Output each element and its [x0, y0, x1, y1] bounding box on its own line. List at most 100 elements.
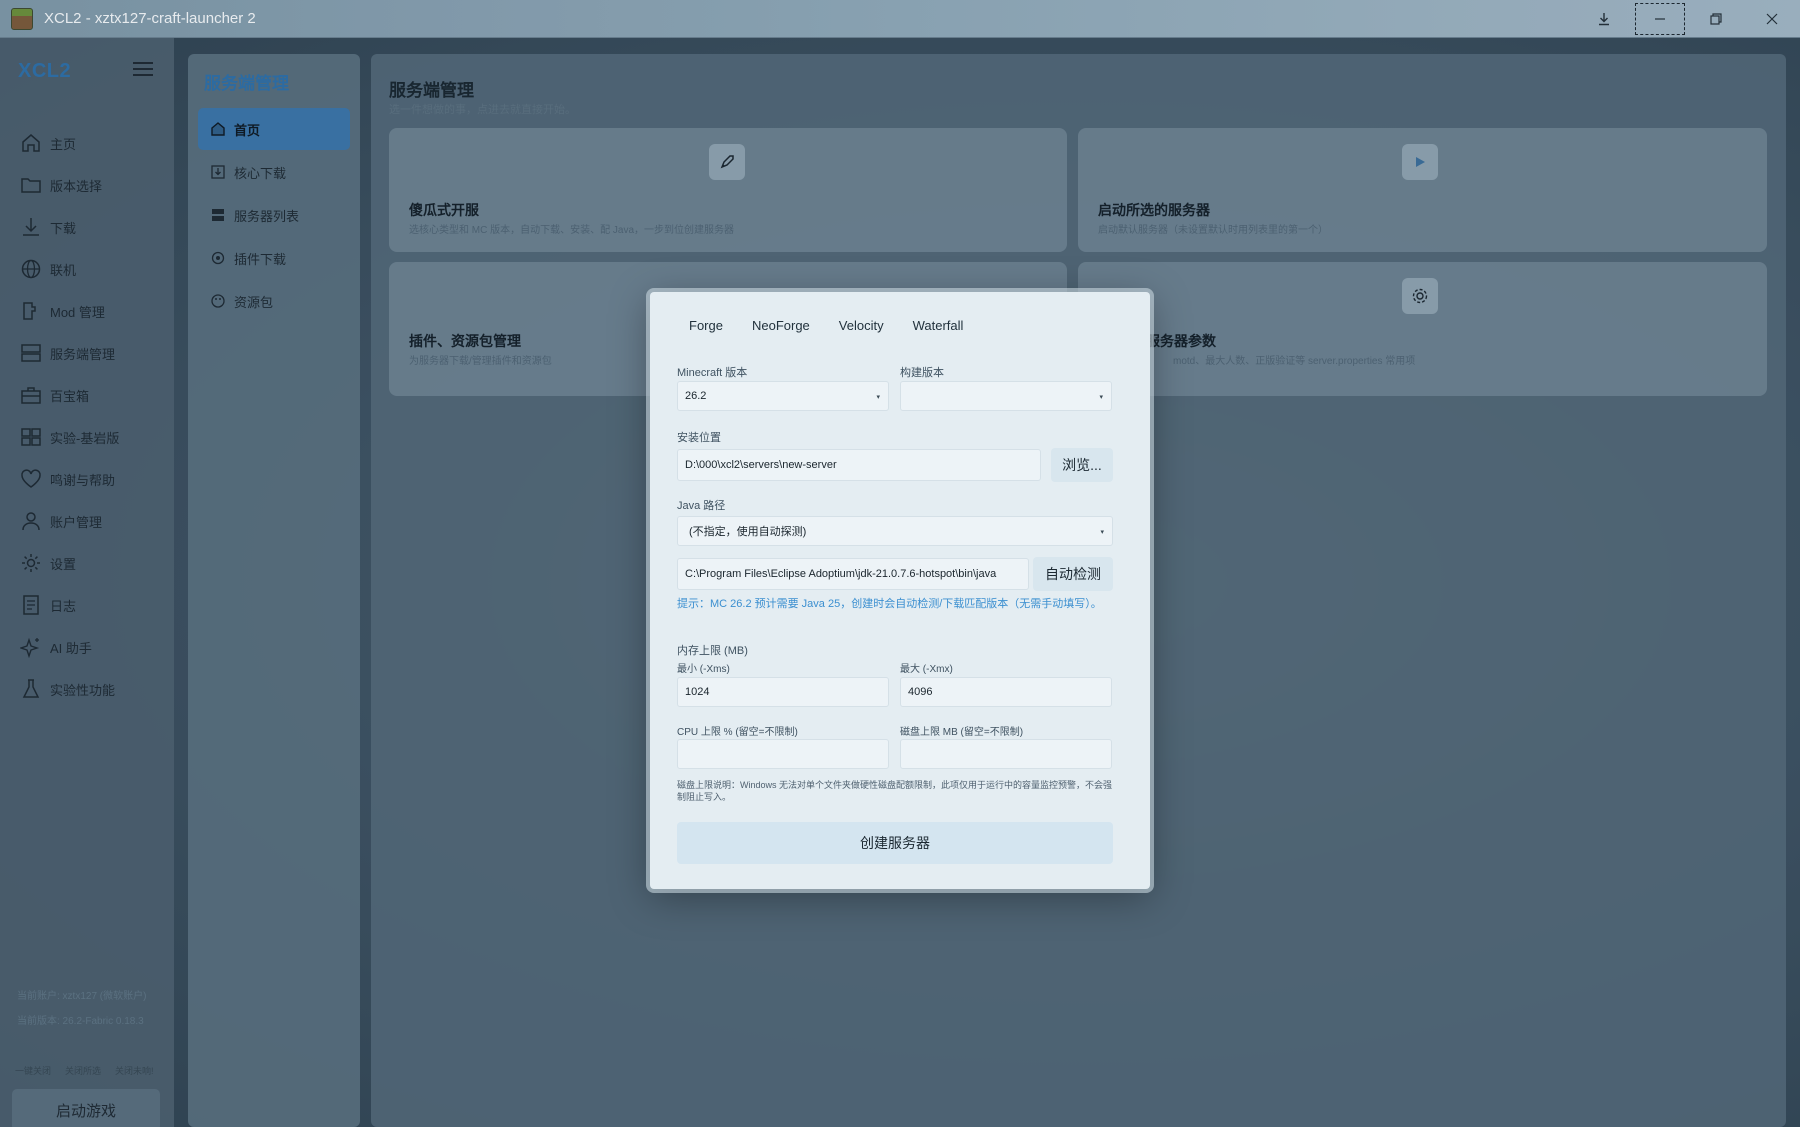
subnav-item-home[interactable]: 首页 — [198, 108, 350, 150]
cpu-limit-input[interactable] — [677, 739, 889, 769]
sidebar-item-mods[interactable]: Mod 管理 — [20, 290, 119, 332]
title-bar: XCL2 - xztx127-craft-launcher 2 — [0, 0, 1800, 38]
toolbox-icon — [21, 387, 41, 404]
card-desc: 启动默认服务器（未设置默认时用列表里的第一个） — [1098, 225, 1328, 236]
build-version-select[interactable]: ▾ — [900, 381, 1112, 411]
sidebar-item-multiplayer[interactable]: 联机 — [20, 248, 119, 290]
sidebar-item-experimental[interactable]: 实验性功能 — [20, 668, 119, 710]
tab-velocity[interactable]: Velocity — [839, 318, 884, 333]
auto-detect-button[interactable]: 自动检测 — [1033, 557, 1113, 591]
card-title: 插件、资源包管理 — [409, 333, 521, 349]
card-quick-setup[interactable]: 傻瓜式开服 选核心类型和 MC 版本，自动下载、安装、配 Java，一步到位创建… — [389, 128, 1067, 252]
tab-waterfall[interactable]: Waterfall — [913, 318, 964, 333]
sidebar-item-label: AI 助手 — [50, 640, 92, 656]
start-game-button[interactable]: 启动游戏 — [12, 1089, 160, 1127]
user-icon — [22, 512, 40, 531]
sidebar-item-download[interactable]: 下载 — [20, 206, 119, 248]
sidebar-item-help[interactable]: 鸣谢与帮助 — [20, 458, 119, 500]
java-version-select[interactable]: (不指定，使用自动探测) ▾ — [677, 516, 1113, 546]
close-button[interactable] — [1744, 0, 1800, 38]
sidebar-item-server[interactable]: 服务端管理 — [20, 332, 119, 374]
download-icon — [23, 218, 39, 236]
create-server-button[interactable]: 创建服务器 — [677, 822, 1113, 864]
java-path-input[interactable]: C:\Program Files\Eclipse Adoptium\jdk-21… — [677, 558, 1029, 590]
java-path-value: C:\Program Files\Eclipse Adoptium\jdk-21… — [685, 568, 997, 580]
palette-icon — [211, 294, 225, 308]
sidebar-item-home[interactable]: 主页 — [20, 122, 119, 164]
sidebar-item-ai[interactable]: AI 助手 — [20, 626, 119, 668]
java-path-label: Java 路径 — [677, 500, 726, 512]
gear-icon — [1402, 278, 1438, 314]
sparkle-icon — [20, 637, 40, 658]
subnav-list: 首页 核心下载 服务器列表 插件下载 资源包 — [198, 108, 350, 323]
sidebar-item-settings[interactable]: 设置 — [20, 542, 119, 584]
max-memory-input[interactable]: 4096 — [900, 677, 1112, 707]
sidebar-item-toolbox[interactable]: 百宝箱 — [20, 374, 119, 416]
java-select-value: (不指定，使用自动探测) — [689, 526, 807, 538]
subnav-item-resource-pack[interactable]: 资源包 — [198, 280, 350, 322]
quick-action-close-selected[interactable]: 关闭所选 — [65, 1064, 101, 1077]
tab-forge[interactable]: Forge — [689, 318, 723, 333]
cpu-limit-label: CPU 上限 % (留空=不限制) — [677, 727, 798, 738]
install-location-label: 安装位置 — [677, 432, 721, 444]
sidebar-item-label: 设置 — [50, 556, 77, 572]
window-title: XCL2 - xztx127-craft-launcher 2 — [44, 10, 256, 27]
install-location-input[interactable]: D:\000\xcl2\servers\new-server — [677, 449, 1041, 481]
create-server-dialog: Forge NeoForge Velocity Waterfall Minecr… — [650, 292, 1150, 889]
sidebar-item-logs[interactable]: 日志 — [20, 584, 119, 626]
brand-logo: XCL2 — [18, 60, 72, 82]
sidebar-item-account[interactable]: 账户管理 — [20, 500, 119, 542]
quick-action-close-all[interactable]: 一键关闭 — [15, 1064, 51, 1077]
disk-limit-input[interactable] — [900, 739, 1112, 769]
maximize-button[interactable] — [1688, 0, 1744, 38]
chevron-down-icon: ▾ — [876, 394, 880, 401]
window-controls — [1576, 0, 1800, 38]
minimize-button[interactable] — [1632, 0, 1688, 38]
chevron-down-icon: ▾ — [1100, 529, 1104, 536]
chevron-down-icon: ▾ — [1099, 394, 1103, 401]
mc-version-select[interactable]: 26.2 ▾ — [677, 381, 889, 411]
heart-icon — [21, 469, 41, 488]
card-title: 傻瓜式开服 — [409, 202, 479, 218]
rocket-icon — [709, 144, 745, 180]
mc-version-label: Minecraft 版本 — [677, 367, 748, 379]
folder-icon — [21, 178, 41, 193]
subnav-item-server-list[interactable]: 服务器列表 — [198, 194, 350, 236]
current-account-text: 当前账户: xztx127 (微软账户) — [17, 991, 147, 1002]
puzzle-icon — [23, 302, 36, 320]
play-icon — [1402, 144, 1438, 180]
sidebar-nav: 主页 版本选择 下载 联机 Mod 管理 服务端管理 百宝箱 实验-基岩版 鸣谢… — [20, 122, 119, 710]
card-start-server[interactable]: 启动所选的服务器 启动默认服务器（未设置默认时用列表里的第一个） — [1078, 128, 1767, 252]
page-title: 服务端管理 — [389, 81, 474, 100]
max-memory-label: 最大 (-Xmx) — [900, 664, 953, 675]
browse-button[interactable]: 浏览... — [1051, 448, 1113, 482]
main-sidebar: XCL2 主页 版本选择 下载 联机 Mod 管理 服务端管理 百宝箱 实验-基… — [0, 38, 174, 1127]
sidebar-item-label: 鸣谢与帮助 — [50, 472, 116, 488]
quick-action-close-unresponsive[interactable]: 关闭未响! — [115, 1064, 154, 1077]
gear-icon — [22, 554, 40, 572]
memory-label: 内存上限 (MB) — [677, 645, 748, 657]
sidebar-item-label: 服务端管理 — [50, 346, 116, 362]
sidebar-item-bedrock[interactable]: 实验-基岩版 — [20, 416, 119, 458]
subnav-item-label: 服务器列表 — [234, 208, 300, 224]
tab-neoforge[interactable]: NeoForge — [752, 318, 810, 333]
sidebar-item-versions[interactable]: 版本选择 — [20, 164, 119, 206]
card-desc: 为服务器下载/管理插件和资源包 — [409, 356, 552, 367]
app-icon — [11, 7, 33, 30]
sidebar-item-label: 实验-基岩版 — [50, 430, 120, 446]
download-button[interactable] — [1576, 0, 1632, 38]
card-server-params[interactable]: 中的服务器参数 motd、最大人数、正版验证等 server.propertie… — [1078, 262, 1767, 396]
subnav-item-plugin-download[interactable]: 插件下载 — [198, 237, 350, 279]
install-location-value: D:\000\xcl2\servers\new-server — [685, 459, 837, 471]
plugin-icon — [211, 251, 225, 265]
current-version-text: 当前版本: 26.2-Fabric 0.18.3 — [17, 1016, 144, 1027]
subnav-item-core-download[interactable]: 核心下载 — [198, 151, 350, 193]
server-list-icon — [212, 209, 224, 221]
flask-icon — [22, 679, 40, 698]
hamburger-menu-icon[interactable] — [133, 62, 153, 76]
close-icon — [1766, 13, 1778, 25]
home-icon — [22, 134, 40, 152]
card-title: 启动所选的服务器 — [1098, 202, 1210, 218]
sidebar-item-label: 实验性功能 — [50, 682, 116, 698]
min-memory-input[interactable]: 1024 — [677, 677, 889, 707]
